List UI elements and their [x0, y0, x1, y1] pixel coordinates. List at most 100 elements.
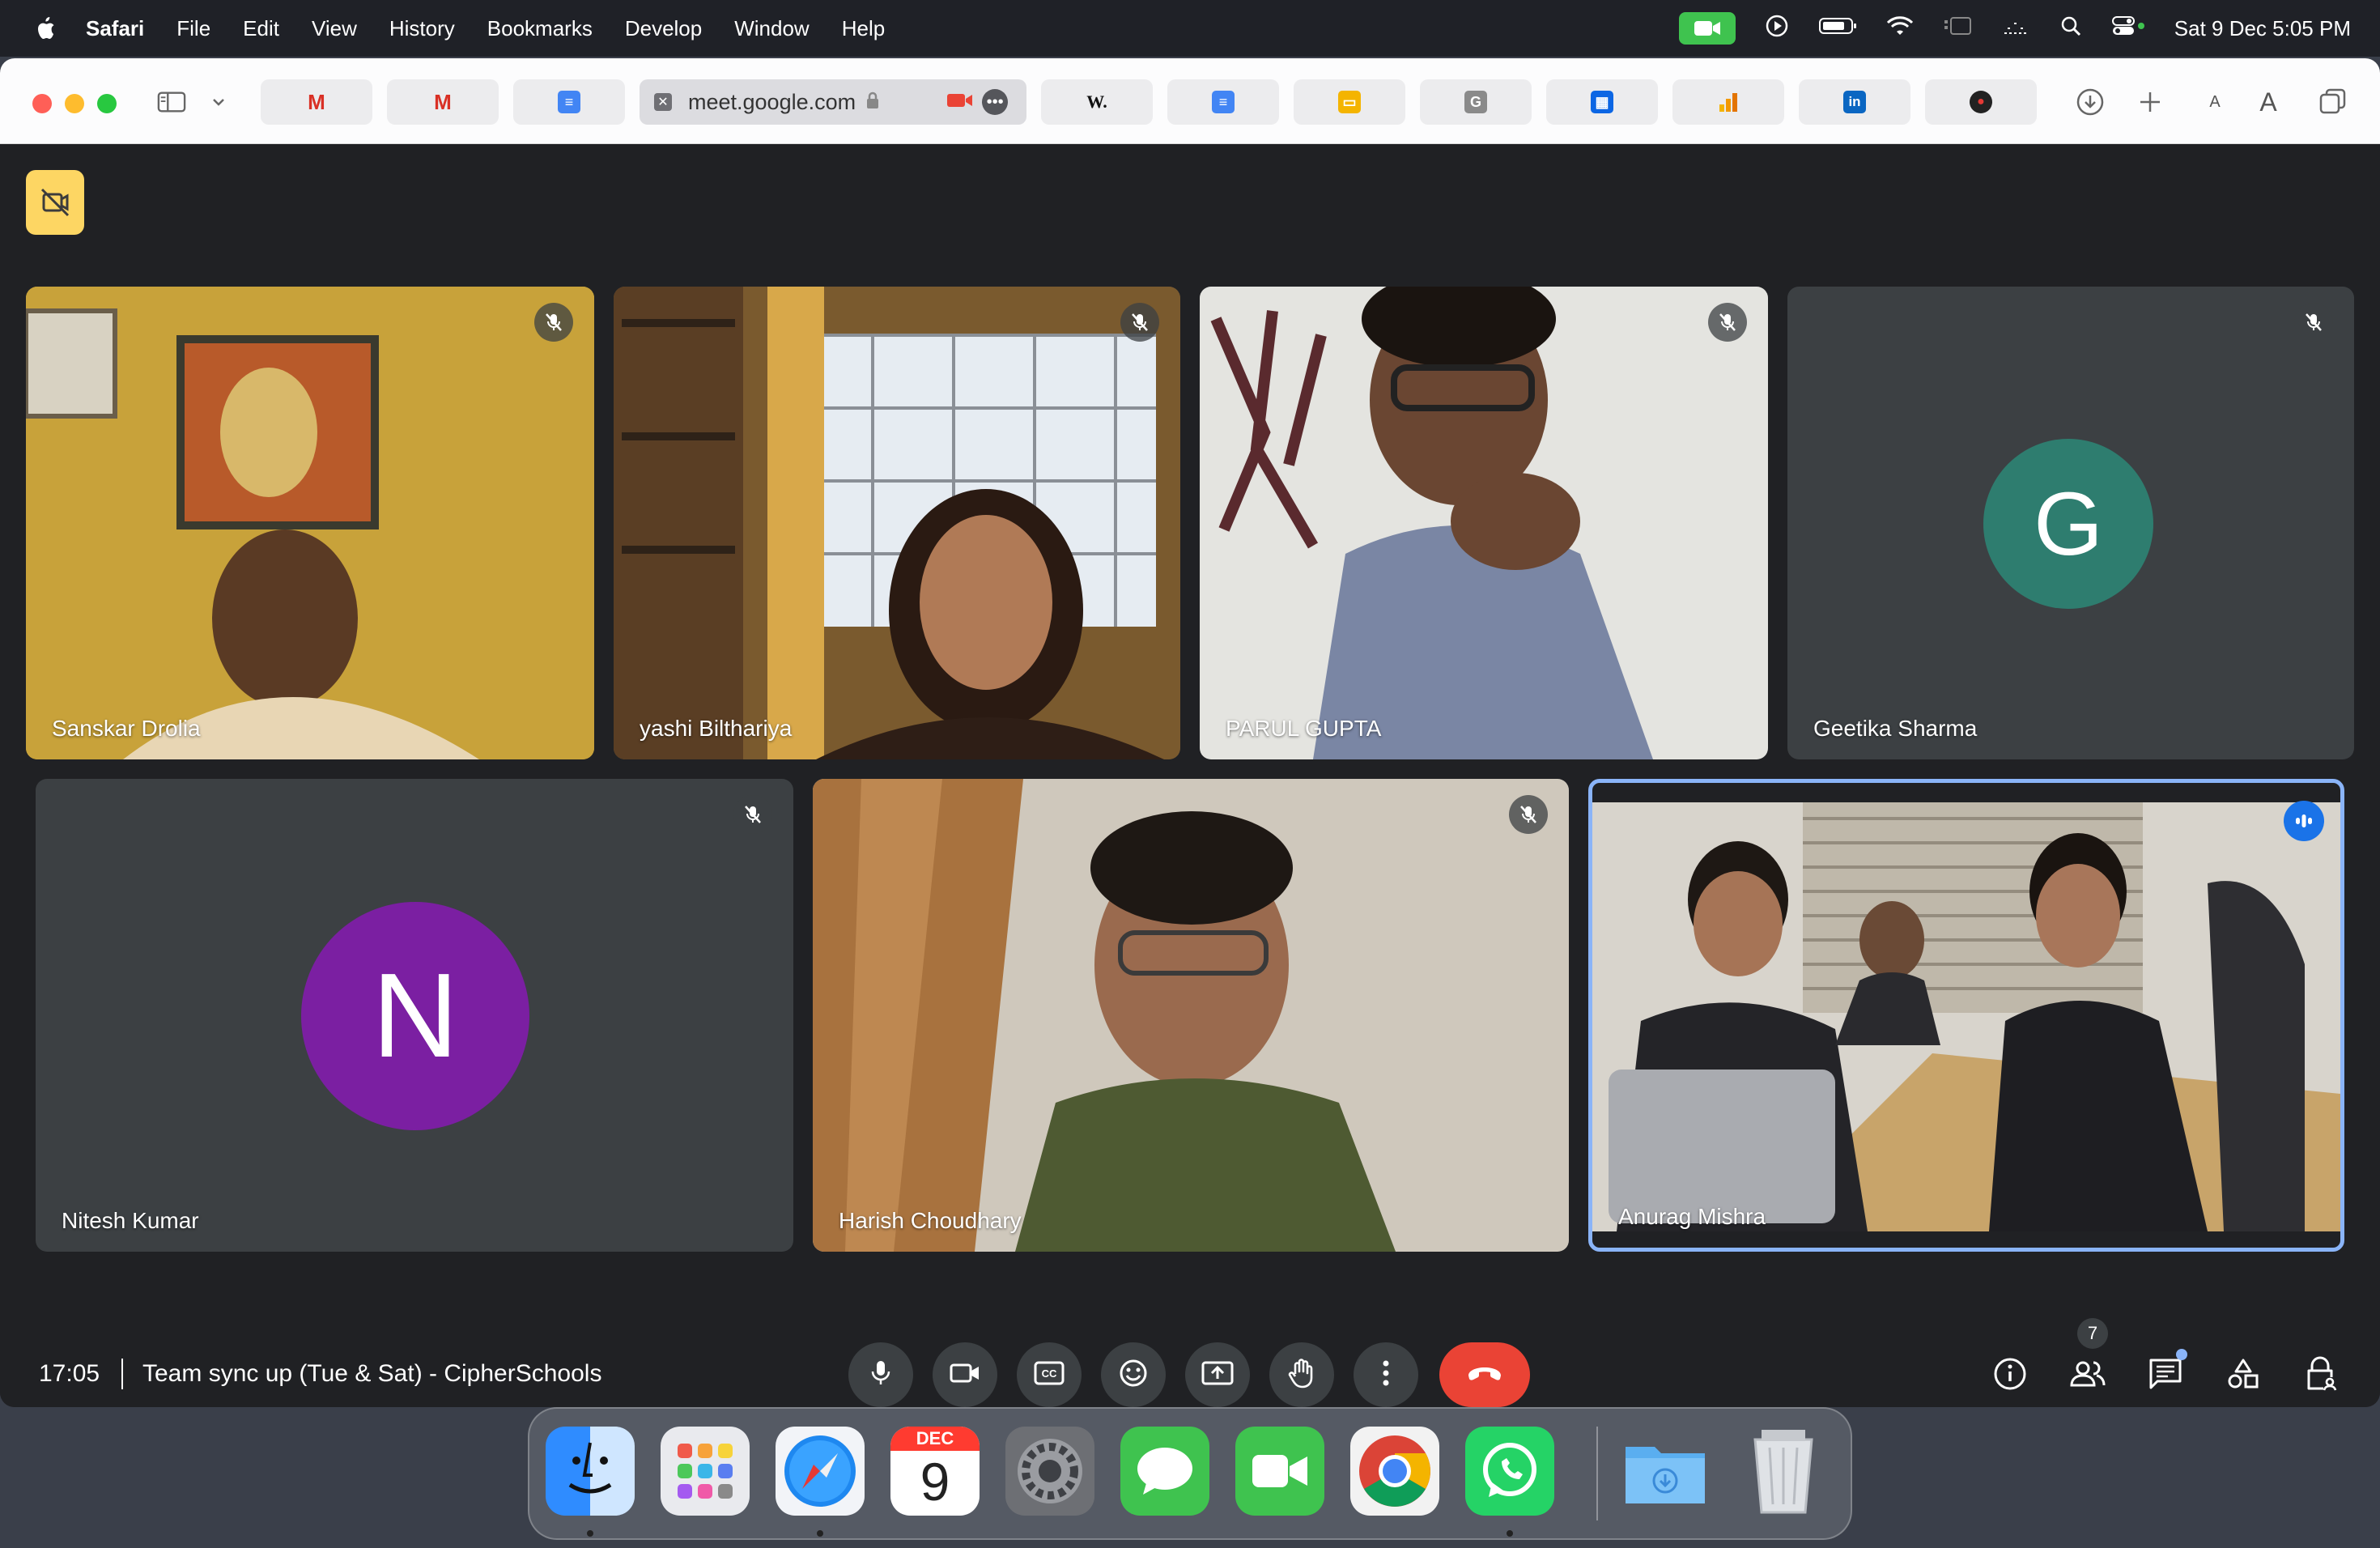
meeting-details-button[interactable]: [1982, 1347, 2038, 1404]
tab-g-site[interactable]: G: [1420, 79, 1532, 125]
play-icon[interactable]: [1765, 14, 1789, 44]
launchpad-icon[interactable]: [661, 1427, 750, 1516]
tab-gmail-1[interactable]: M: [261, 79, 372, 125]
participant-name: Harish Choudhary: [839, 1208, 1022, 1233]
present-icon: [1201, 1360, 1234, 1390]
chevron-down-icon[interactable]: [204, 87, 233, 117]
menu-clock[interactable]: Sat 9 Dec 5:05 PM: [2174, 16, 2351, 41]
finder-icon[interactable]: [546, 1427, 635, 1516]
muted-mic-icon: [534, 303, 573, 342]
activities-button[interactable]: [2215, 1347, 2272, 1404]
tab-record[interactable]: ●: [1925, 79, 2037, 125]
menu-view[interactable]: View: [312, 16, 357, 41]
stage-manager-icon[interactable]: [1943, 15, 1972, 42]
running-indicator: [1507, 1530, 1513, 1537]
dock-divider: [1596, 1427, 1598, 1520]
menu-window[interactable]: Window: [734, 16, 809, 41]
more-options-icon[interactable]: •••: [982, 89, 1009, 115]
participant-tile-geetika-sharma[interactable]: G Geetika Sharma: [1787, 287, 2354, 759]
people-button[interactable]: 7: [2059, 1318, 2116, 1404]
muted-mic-icon: [1509, 795, 1548, 834]
sidebar-toggle-icon[interactable]: [157, 87, 186, 117]
tab-google-slides[interactable]: ▭: [1294, 79, 1405, 125]
participant-name: Geetika Sharma: [1813, 716, 1978, 741]
participant-tile-nitesh-kumar[interactable]: N Nitesh Kumar: [36, 779, 793, 1252]
muted-mic-icon: [2294, 303, 2333, 342]
chat-button[interactable]: [2137, 1347, 2194, 1404]
host-controls-button[interactable]: [2293, 1347, 2349, 1404]
network-activity-icon[interactable]: [2001, 15, 2030, 42]
running-indicator: [587, 1530, 593, 1537]
downloads-icon[interactable]: [2076, 87, 2105, 117]
tab-analytics[interactable]: [1672, 79, 1784, 125]
leave-call-button[interactable]: [1439, 1342, 1530, 1407]
minimize-window-button[interactable]: [65, 94, 84, 113]
captions-button[interactable]: CC: [1017, 1342, 1082, 1407]
lock-icon: [865, 91, 880, 113]
calendar-day: 9: [920, 1452, 950, 1512]
hang-up-icon: [1466, 1364, 1503, 1386]
tab-linkedin[interactable]: in: [1799, 79, 1910, 125]
whatsapp-icon[interactable]: [1465, 1427, 1554, 1516]
svg-text:CC: CC: [1042, 1367, 1057, 1380]
text-size-large-button[interactable]: A: [2254, 87, 2283, 117]
shapes-icon: [2226, 1357, 2260, 1395]
new-tab-icon[interactable]: [2136, 87, 2165, 117]
tab-google-meet-active[interactable]: ✕ meet.google.com •••: [640, 79, 1026, 125]
participant-tile-anurag-mishra[interactable]: Anurag Mishra: [1588, 779, 2344, 1252]
menu-history[interactable]: History: [389, 16, 455, 41]
tab-google-docs-2[interactable]: ≡: [1167, 79, 1279, 125]
system-settings-icon[interactable]: [1005, 1427, 1094, 1516]
menu-develop[interactable]: Develop: [625, 16, 702, 41]
safari-toolbar: M M ≡ ✕ meet.google.com ••• W. ≡ ▭ G ▦ i…: [0, 58, 2380, 144]
camera-button[interactable]: [933, 1342, 997, 1407]
menu-app-name[interactable]: Safari: [86, 16, 144, 41]
menu-bookmarks[interactable]: Bookmarks: [487, 16, 593, 41]
microphone-button[interactable]: [848, 1342, 913, 1407]
zoom-window-button[interactable]: [97, 94, 117, 113]
tab-overview-icon[interactable]: [2318, 87, 2348, 117]
tab-google-docs-1[interactable]: ≡: [513, 79, 625, 125]
participant-tile-sanskar-drolia[interactable]: Sanskar Drolia: [26, 287, 594, 759]
close-tab-icon[interactable]: ✕: [654, 93, 672, 111]
facetime-icon[interactable]: [1235, 1427, 1324, 1516]
menu-edit[interactable]: Edit: [243, 16, 279, 41]
apple-menu-icon[interactable]: [32, 15, 57, 42]
tab-trello[interactable]: ▦: [1546, 79, 1658, 125]
battery-icon[interactable]: [1818, 16, 1857, 41]
camera-recording-icon[interactable]: [946, 91, 974, 113]
unread-dot: [2176, 1349, 2187, 1360]
info-icon: [1993, 1357, 2027, 1395]
raise-hand-button[interactable]: [1269, 1342, 1334, 1407]
participant-tile-parul-gupta[interactable]: PARUL GUPTA: [1200, 287, 1768, 759]
hide-self-view-icon[interactable]: [26, 170, 84, 235]
control-center-icon[interactable]: [2111, 15, 2145, 42]
meeting-time: 17:05: [39, 1360, 100, 1387]
participant-tile-harish-choudhary[interactable]: Harish Choudhary: [813, 779, 1569, 1252]
safari-icon[interactable]: [776, 1427, 865, 1516]
safari-window: M M ≡ ✕ meet.google.com ••• W. ≡ ▭ G ▦ i…: [0, 58, 2380, 1407]
participant-name: yashi Bilthariya: [640, 716, 793, 741]
more-options-button[interactable]: [1354, 1342, 1418, 1407]
meeting-title: Team sync up (Tue & Sat) - CipherSchools: [142, 1360, 602, 1387]
messages-icon[interactable]: [1120, 1427, 1209, 1516]
participant-tile-yashi-bilthariya[interactable]: yashi Bilthariya: [614, 287, 1180, 759]
trash-icon[interactable]: [1739, 1427, 1828, 1516]
menu-help[interactable]: Help: [842, 16, 885, 41]
participant-avatar: N: [301, 902, 529, 1130]
lock-person-icon: [2304, 1356, 2338, 1396]
present-screen-button[interactable]: [1185, 1342, 1250, 1407]
tab-wikipedia[interactable]: W.: [1041, 79, 1153, 125]
close-window-button[interactable]: [32, 94, 52, 113]
menu-file[interactable]: File: [176, 16, 210, 41]
camera-in-use-icon[interactable]: [1678, 12, 1736, 45]
address-bar-url[interactable]: meet.google.com: [688, 90, 856, 115]
spotlight-search-icon[interactable]: [2059, 15, 2082, 43]
downloads-folder-icon[interactable]: [1621, 1427, 1710, 1516]
wifi-icon[interactable]: [1886, 15, 1914, 42]
text-size-small-button[interactable]: A: [2200, 87, 2229, 117]
calendar-icon[interactable]: DEC 9: [890, 1427, 980, 1516]
tab-gmail-2[interactable]: M: [387, 79, 499, 125]
chrome-icon[interactable]: [1350, 1427, 1439, 1516]
reactions-button[interactable]: [1101, 1342, 1166, 1407]
